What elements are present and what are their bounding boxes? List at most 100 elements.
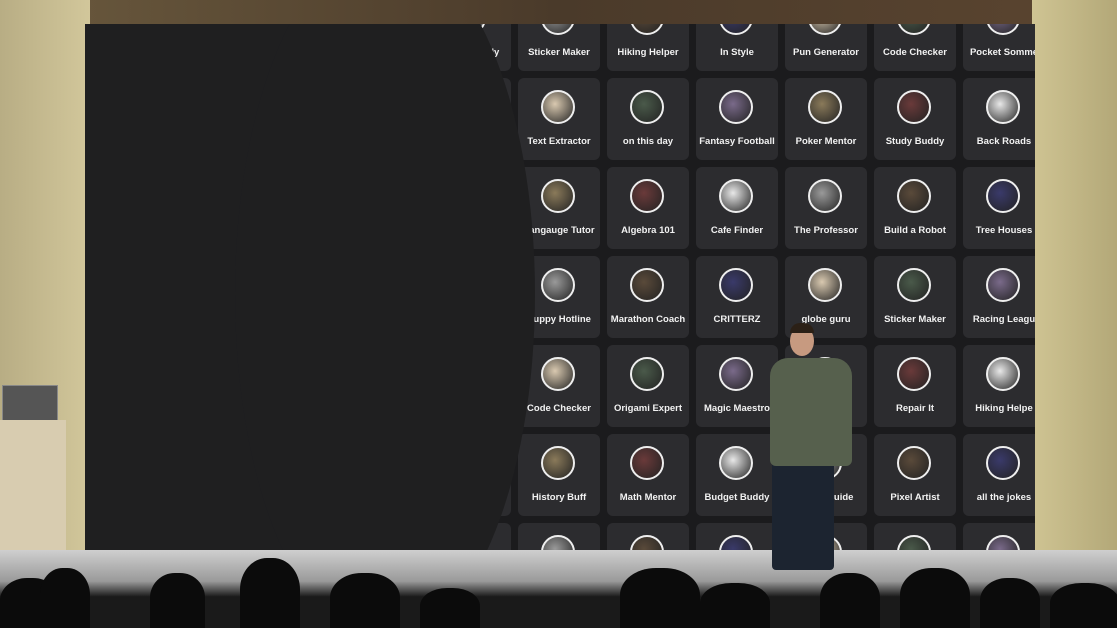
gpt-tile[interactable]: Hiking Helper — [607, 24, 689, 71]
gpt-tile-label: Fantasy Football — [699, 136, 775, 147]
gpt-tile-label: on this day — [622, 136, 674, 147]
code-icon — [541, 357, 575, 391]
books-icon — [541, 446, 575, 480]
gpt-tile[interactable]: Hiking Helpe — [963, 345, 1035, 427]
gpt-tile-label: Tree Houses — [975, 225, 1033, 236]
road-icon — [986, 90, 1020, 124]
gpt-tile-label: Pixel Artist — [890, 492, 940, 503]
stage-screen-gpt-grid: on GuideStudy BuddySticker MakerHiking H… — [85, 24, 1035, 552]
audience-head — [1050, 583, 1117, 628]
wine-icon — [986, 24, 1020, 35]
gpt-tile[interactable]: Text Extractor — [518, 78, 600, 160]
gpt-tile[interactable]: all the jokes — [963, 434, 1035, 516]
gpt-tile-label: Marathon Coach — [610, 314, 686, 325]
gpt-tile[interactable]: Tree Houses — [963, 167, 1035, 249]
gpt-tile[interactable]: Pocket Somme — [963, 24, 1035, 71]
house-tools-icon — [897, 357, 931, 391]
gpt-tile[interactable]: The Professor — [785, 167, 867, 249]
gpt-tile[interactable]: Fantasy Football — [696, 78, 778, 160]
hiking-icon — [986, 357, 1020, 391]
gpt-tile-label: all the jokes — [976, 492, 1032, 503]
wizard-icon — [630, 179, 664, 213]
gpt-tile-label: In Style — [720, 47, 754, 58]
audience-silhouettes — [0, 540, 1117, 628]
gpt-tile-label: Hiking Helpe — [975, 403, 1033, 414]
gpt-tile-label: Sticker Maker — [528, 47, 590, 58]
audience-head — [240, 558, 300, 628]
gpt-tile-label: Build a Robot — [884, 225, 946, 236]
dark-overlay-shape — [85, 24, 535, 552]
gpt-tile[interactable]: Algebra 101 — [607, 167, 689, 249]
gpt-tile[interactable]: Racing Leagu — [963, 256, 1035, 338]
robot-icon — [897, 179, 931, 213]
gpt-tile-label: Cafe Finder — [710, 225, 764, 236]
gpt-tile[interactable]: Study Buddy — [874, 78, 956, 160]
gpt-tile[interactable]: Origami Expert — [607, 345, 689, 427]
football-icon — [719, 90, 753, 124]
gpt-tile-label: Origami Expert — [613, 403, 683, 414]
gpt-tile[interactable]: Code Checker — [874, 24, 956, 71]
gpt-tile-label: Hiking Helper — [617, 47, 679, 58]
gpt-tile-label: Repair It — [895, 403, 934, 414]
origami-icon — [630, 357, 664, 391]
gpt-tile[interactable]: Sticker Maker — [518, 24, 600, 71]
gpt-tile[interactable]: CRITTERZ — [696, 256, 778, 338]
gpt-tile-label: Pocket Somme — [969, 47, 1035, 58]
audience-head — [620, 568, 700, 628]
magic-icon — [719, 357, 753, 391]
audience-head — [420, 588, 480, 628]
shirt-icon — [719, 24, 753, 35]
gpt-tile-label: CRITTERZ — [713, 314, 761, 325]
gpt-tile-label: Algebra 101 — [621, 225, 675, 236]
cards-icon — [808, 90, 842, 124]
podium — [0, 420, 66, 560]
gpt-tile[interactable]: Back Roads — [963, 78, 1035, 160]
gpt-tile[interactable]: In Style — [696, 24, 778, 71]
gpt-tile[interactable]: History Buff — [518, 434, 600, 516]
comedian-icon — [986, 446, 1020, 480]
car-icon — [986, 268, 1020, 302]
gpt-tile[interactable]: Budget Buddy — [696, 434, 778, 516]
gpt-tile-label: Study Buddy — [885, 136, 945, 147]
gpt-tile-label: Back Roads — [976, 136, 1032, 147]
dog-icon — [541, 268, 575, 302]
audience-head — [900, 568, 970, 628]
calendar-icon — [630, 90, 664, 124]
gpt-tile-label: Sticker Maker — [884, 314, 946, 325]
audience-head — [820, 573, 880, 628]
gpt-tile[interactable]: Sticker Maker — [874, 256, 956, 338]
gpt-tile[interactable]: Repair It — [874, 345, 956, 427]
creature-icon — [719, 268, 753, 302]
professor-icon — [808, 179, 842, 213]
cat-icon — [897, 268, 931, 302]
gpt-tile[interactable]: Pun Generator — [785, 24, 867, 71]
book-icon — [897, 90, 931, 124]
gpt-tile[interactable]: Pixel Artist — [874, 434, 956, 516]
gpt-tile-label: History Buff — [531, 492, 587, 503]
sticker-icon — [541, 24, 575, 35]
audience-head — [40, 568, 90, 628]
code-icon — [897, 24, 931, 35]
jester-icon — [808, 24, 842, 35]
gpt-tile-label: Poker Mentor — [795, 136, 857, 147]
gpt-tile-label: Budget Buddy — [704, 492, 770, 503]
gpt-tile[interactable]: Marathon Coach — [607, 256, 689, 338]
gpt-tile[interactable]: Cafe Finder — [696, 167, 778, 249]
audience-head — [980, 578, 1040, 628]
gpt-tile[interactable]: Build a Robot — [874, 167, 956, 249]
language-icon — [541, 179, 575, 213]
gpt-tile-label: Racing Leagu — [972, 314, 1035, 325]
gpt-tile[interactable]: Magic Maestro — [696, 345, 778, 427]
audience-head — [330, 573, 400, 628]
piggy-bank-icon — [719, 446, 753, 480]
presenter-hair — [790, 323, 814, 333]
right-wall — [1032, 0, 1117, 560]
hiking-icon — [630, 24, 664, 35]
gpt-tile[interactable]: Poker Mentor — [785, 78, 867, 160]
gpt-tile[interactable]: Math Mentor — [607, 434, 689, 516]
gpt-tile-label: Pun Generator — [793, 47, 859, 58]
globe-icon — [808, 268, 842, 302]
gpt-tile-label: Code Checker — [527, 403, 591, 414]
calculator-icon — [630, 446, 664, 480]
gpt-tile[interactable]: on this day — [607, 78, 689, 160]
